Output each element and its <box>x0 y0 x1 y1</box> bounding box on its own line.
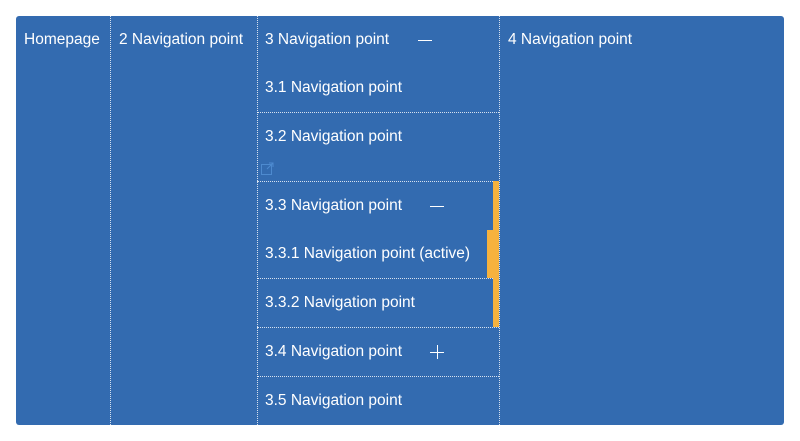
nav-item-label: 2 Navigation point <box>119 31 244 48</box>
nav-item-label: 3 Navigation point <box>265 31 390 48</box>
nav-item-label: 3.3 Navigation point <box>265 197 403 214</box>
nav-item-label: 3.3.1 Navigation point (active) <box>265 245 471 262</box>
minus-icon[interactable] <box>418 33 432 47</box>
nav-item-label: Homepage <box>24 31 100 48</box>
nav-item-3-3[interactable]: 3.3 Navigation point <box>257 181 499 230</box>
active-item-indicator <box>487 230 499 278</box>
nav-item-3-3-1-active[interactable]: 3.3.1 Navigation point (active) <box>257 230 499 278</box>
nav-item-label: 4 Navigation point <box>508 31 633 48</box>
external-link-icon[interactable] <box>261 162 274 175</box>
nav-column-2: 2 Navigation point <box>110 16 258 425</box>
nav-column-4: 4 Navigation point <box>499 16 784 425</box>
nav-column-3: 3 Navigation point 3.1 Navigation point … <box>257 16 500 425</box>
nav-item-3-2[interactable]: 3.2 Navigation point <box>257 112 499 185</box>
nav-item-2[interactable]: 2 Navigation point <box>110 16 257 64</box>
minus-icon[interactable] <box>430 199 444 213</box>
nav-item-label: 3.3.2 Navigation point <box>265 294 415 311</box>
nav-item-label: 3.4 Navigation point <box>265 343 403 360</box>
nav-item-homepage[interactable]: Homepage <box>16 16 110 64</box>
nav-item-3-4[interactable]: 3.4 Navigation point <box>257 327 499 376</box>
nav-item-4[interactable]: 4 Navigation point <box>499 16 784 64</box>
nav-item-3-3-2[interactable]: 3.3.2 Navigation point <box>257 278 499 327</box>
nav-item-label: 3.1 Navigation point <box>265 79 403 96</box>
nav-item-3[interactable]: 3 Navigation point <box>257 16 499 64</box>
nav-item-3-5[interactable]: 3.5 Navigation point <box>257 376 499 425</box>
nav-item-label: 3.5 Navigation point <box>265 392 403 409</box>
nav-item-3-1[interactable]: 3.1 Navigation point <box>257 64 499 112</box>
plus-icon[interactable] <box>430 345 444 359</box>
nav-item-label: 3.2 Navigation point <box>265 128 403 145</box>
nav-column-homepage: Homepage <box>16 16 111 425</box>
main-navigation: Homepage 2 Navigation point 3 Navigation… <box>16 16 784 425</box>
